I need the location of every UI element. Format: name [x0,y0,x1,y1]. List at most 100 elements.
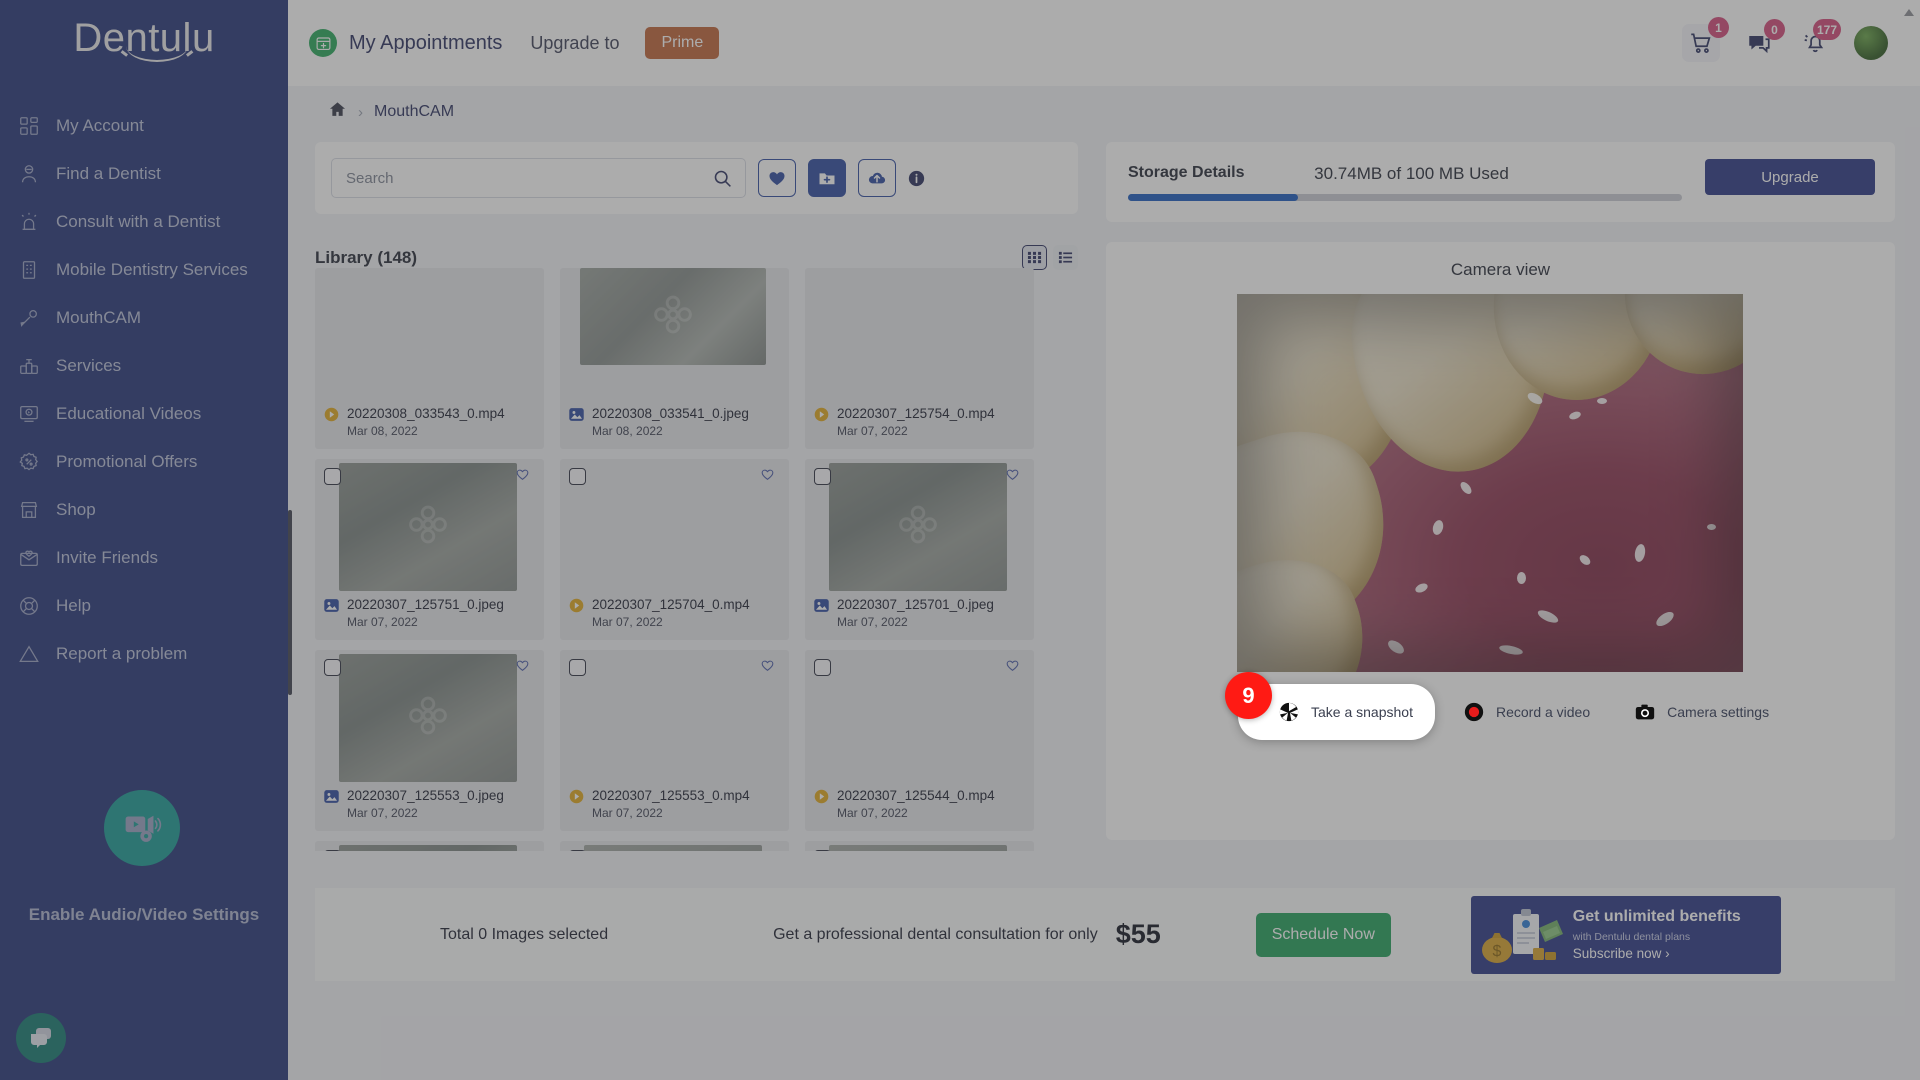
search-input[interactable] [332,169,702,187]
library-tile[interactable]: 20220307_125754_0.mp4 Mar 07, 2022 [805,268,1034,449]
enable-audio-video-label[interactable]: Enable Audio/Video Settings [0,905,288,925]
tile-thumbnail [584,463,762,591]
prime-button[interactable]: Prime [645,27,720,59]
image-file-icon [569,408,584,421]
sidebar-item-promotional-offers[interactable]: Promotional Offers [0,438,288,486]
sidebar-item-shop[interactable]: Shop [0,486,288,534]
library-tile[interactable]: 20220307_125704_0.mp4 Mar 07, 2022 [560,459,789,640]
tile-checkbox[interactable] [569,659,586,676]
tile-favorite-icon[interactable] [514,848,536,851]
tile-checkbox[interactable] [324,850,341,851]
tile-checkbox[interactable] [814,659,831,676]
tile-checkbox[interactable] [569,850,586,851]
library-tile[interactable]: 20220307_125553_0.jpeg Mar 07, 2022 [315,650,544,831]
sidebar-item-consult-with-a-dentist[interactable]: Consult with a Dentist [0,198,288,246]
tile-favorite-icon[interactable] [759,466,781,488]
grid-view-button[interactable] [1022,245,1047,270]
lifebuoy-icon [16,593,42,619]
banner-text: Get unlimited benefits with Dentulu dent… [1573,907,1741,963]
breadcrumb-current: MouthCAM [374,103,455,120]
sidebar-item-label: Mobile Dentistry Services [56,260,248,279]
tile-names: 20220307_125704_0.mp4 Mar 07, 2022 [592,595,750,630]
library-grid-scroll[interactable]: 20220308_033543_0.mp4 Mar 08, 2022 20220… [315,268,1078,851]
breadcrumb: › MouthCAM [328,100,454,124]
upload-button[interactable] [858,159,896,197]
library-tile[interactable]: 20220307_125701_0.jpeg Mar 07, 2022 [805,459,1034,640]
sidebar-item-find-a-dentist[interactable]: Find a Dentist [0,150,288,198]
search-icon[interactable] [712,168,733,189]
top-bar: My Appointments Upgrade to Prime 1 0 177 [288,0,1920,86]
tile-thumbnail [829,654,1007,782]
sidebar-item-mouthcam[interactable]: MouthCAM [0,294,288,342]
promo-text: Get a professional dental consultation f… [773,925,1098,943]
tile-favorite-icon[interactable] [1004,848,1026,851]
list-view-button[interactable] [1053,245,1078,270]
tile-date: Mar 08, 2022 [347,424,418,438]
sidebar-item-help[interactable]: Help [0,582,288,630]
tile-date: Mar 07, 2022 [592,806,663,820]
video-file-icon [569,598,584,613]
video-lesson-icon [16,401,42,427]
tile-type-icon [813,406,830,423]
library-tile[interactable]: 20220307_125553_0.mp4 Mar 07, 2022 [560,650,789,831]
info-icon[interactable] [908,170,925,187]
library-tile[interactable]: 20220307_125544_0.mp4 Mar 07, 2022 [805,650,1034,831]
video-file-icon [814,789,829,804]
tile-favorite-icon[interactable] [1004,466,1026,488]
tile-thumbnail [339,845,517,851]
messages-button[interactable]: 0 [1742,19,1785,60]
shopping-cart-button[interactable]: 1 [1682,17,1729,62]
library-scrollbar[interactable] [288,510,292,695]
sidebar-item-educational-videos[interactable]: Educational Videos [0,390,288,438]
watermark-logo-icon [399,496,457,559]
my-appointments-link[interactable]: My Appointments [349,32,502,55]
home-icon[interactable] [328,100,347,124]
tile-favorite-icon[interactable] [759,657,781,679]
video-file-icon [569,789,584,804]
notifications-button[interactable]: 177 [1798,19,1841,60]
banner-cta[interactable]: Subscribe now › [1573,946,1670,961]
subscribe-banner[interactable]: $ Get unlimited benefits with Dentulu de… [1470,895,1781,974]
tile-date: Mar 07, 2022 [592,615,663,629]
grid-view-icon [1027,251,1042,264]
tile-type-icon [568,406,585,423]
tile-checkbox[interactable] [814,850,831,851]
chat-support-fab[interactable] [16,1013,66,1063]
sidebar-item-report-a-problem[interactable]: Report a problem [0,630,288,678]
library-tile[interactable] [315,841,544,851]
record-video-button[interactable]: Record a video [1447,695,1606,729]
avatar[interactable] [1854,26,1888,60]
tile-checkbox[interactable] [324,468,341,485]
tile-checkbox[interactable] [324,659,341,676]
new-folder-button[interactable] [808,159,846,197]
tile-favorite-icon[interactable] [1004,657,1026,679]
library-tile[interactable]: 20220308_033543_0.mp4 Mar 08, 2022 [315,268,544,449]
tile-favorite-icon[interactable] [514,466,536,488]
library-tile[interactable]: 20220308_033541_0.jpeg Mar 08, 2022 [560,268,789,449]
tile-favorite-icon[interactable] [759,848,781,851]
camera-settings-button[interactable]: Camera settings [1618,695,1785,729]
tile-checkbox[interactable] [814,468,831,485]
tile-meta: 20220307_125754_0.mp4 Mar 07, 2022 [813,404,995,439]
sidebar-item-services[interactable]: Services [0,342,288,390]
library-tile[interactable]: 20220307_125751_0.jpeg Mar 07, 2022 [315,459,544,640]
enable-audio-video-fab[interactable] [104,790,180,866]
tile-favorite-icon[interactable] [514,657,536,679]
messages-badge: 0 [1764,19,1785,40]
tile-date: Mar 07, 2022 [837,615,908,629]
library-header: Library (148) [315,245,1078,270]
favorites-button[interactable] [758,159,796,197]
sidebar-item-my-account[interactable]: My Account [0,102,288,150]
tile-filename: 20220307_125553_0.jpeg [347,788,504,803]
tile-checkbox[interactable] [569,468,586,485]
scroll-up-arrow-icon[interactable] [1902,6,1916,20]
tile-names: 20220307_125553_0.jpeg Mar 07, 2022 [347,786,504,821]
tile-thumbnail [339,272,517,400]
banner-title: Get unlimited benefits [1572,907,1741,925]
sidebar-item-invite-friends[interactable]: Invite Friends [0,534,288,582]
library-tile[interactable] [560,841,789,851]
library-tile[interactable] [805,841,1034,851]
sidebar-item-mobile-dentistry-services[interactable]: Mobile Dentistry Services [0,246,288,294]
schedule-now-button[interactable]: Schedule Now [1255,912,1391,957]
storage-upgrade-button[interactable]: Upgrade [1705,159,1875,195]
